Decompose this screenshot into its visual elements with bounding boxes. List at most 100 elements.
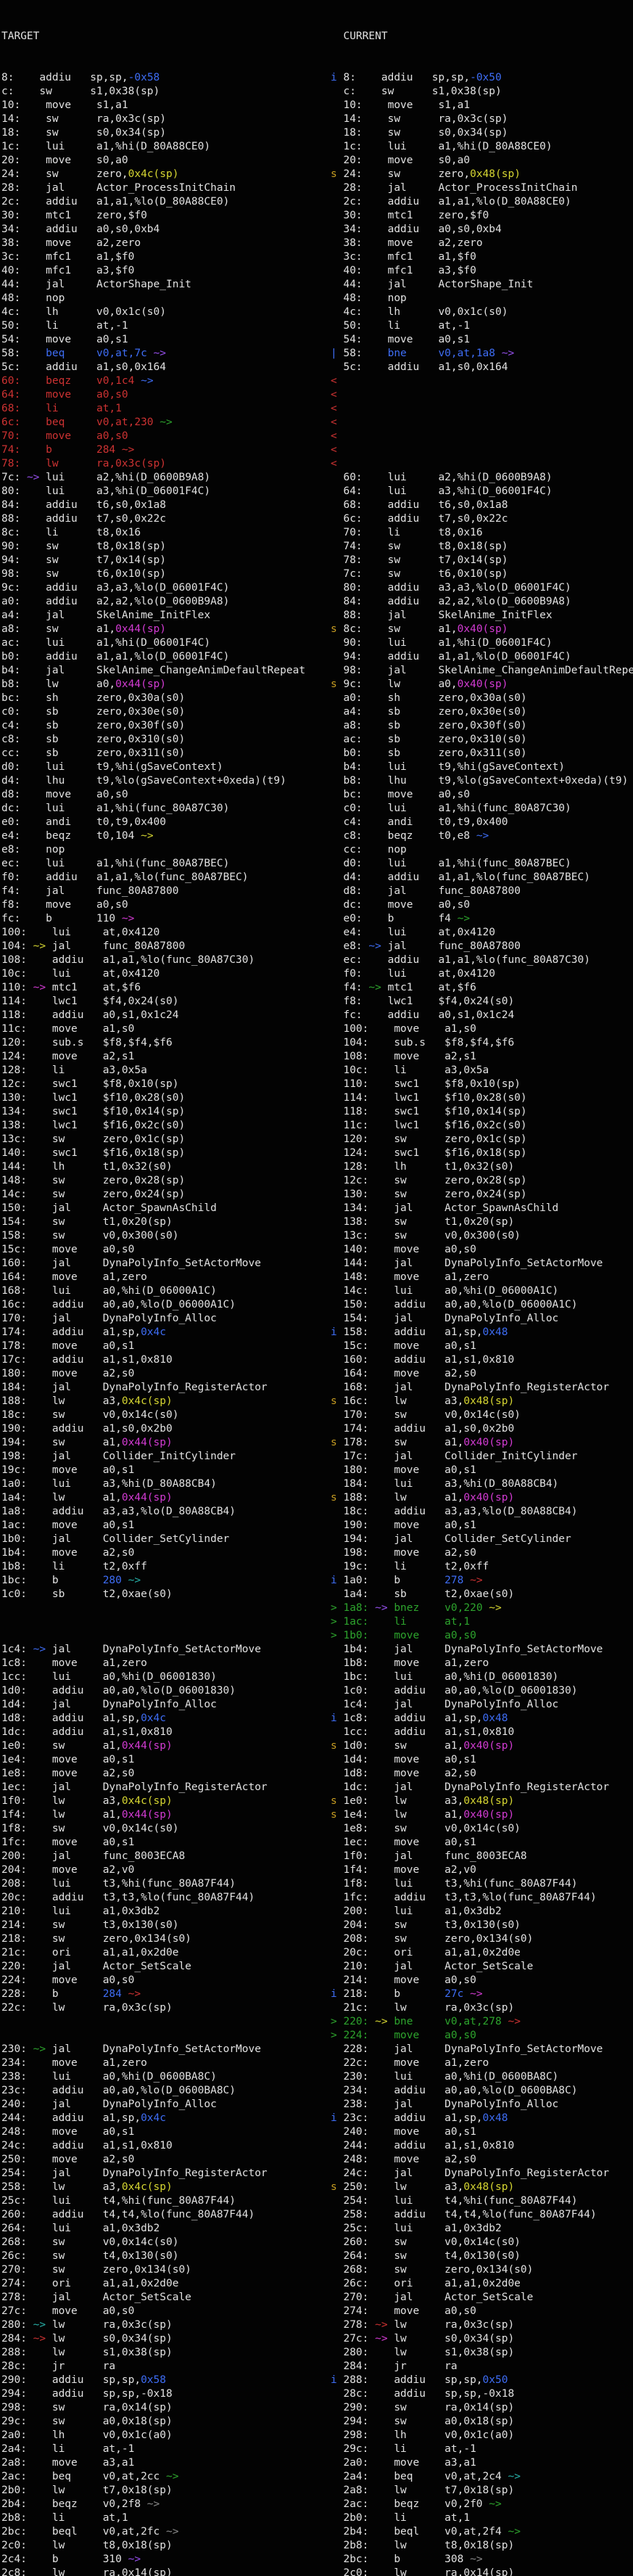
asm-line-target: 258: lw a3,0x4c(sp) (1, 2181, 305, 2194)
asm-line-target: 1c0: sb t2,0xae(s0) (1, 1588, 305, 1601)
asm-line-target: 158: sw v0,0x300(s0) (1, 1229, 305, 1243)
asm-line-target: 170: jal DynaPolyInfo_Alloc (1, 1312, 305, 1326)
asm-line-current: 18c: addiu a3,a3,%lo(D_80A88CB4) (331, 1505, 633, 1519)
asm-line-target: 24c: addiu a1,s1,0x810 (1, 2139, 305, 2153)
asm-line-current: d4: addiu a1,a1,%lo(func_80A87BEC) (331, 871, 633, 885)
target-column: TARGET 8: addiu sp,sp,-0x58c: sw s1,0x38… (1, 2, 305, 2576)
asm-line-current: 204: sw t3,0x130(s0) (331, 1919, 633, 1932)
asm-line-target: d8: move a0,s0 (1, 788, 305, 802)
asm-line-current: 180: move a0,s1 (331, 1464, 633, 1477)
asm-line-current: 2c: addiu a1,a1,%lo(D_80A88CE0) (331, 195, 633, 209)
asm-line-current: e8: ~> jal func_80A87800 (331, 940, 633, 953)
asm-line-target: 110: ~> mtc1 at,$f6 (1, 981, 305, 995)
asm-line-current: 1f4: move a2,v0 (331, 1863, 633, 1877)
asm-line-target: 180: move a2,s0 (1, 1367, 305, 1381)
asm-line-current: 14c: lui a0,%hi(D_06000A1C) (331, 1284, 633, 1298)
asm-line-target: 2b4: beqz v0,2f8 ~> (1, 2498, 305, 2511)
asm-line-current: 2a4: beq v0,at,2c4 ~> (331, 2470, 633, 2484)
asm-line-current: 190: move a0,s1 (331, 1519, 633, 1533)
asm-line-target: b4: jal SkelAnime_ChangeAnimDefaultRepea… (1, 664, 305, 678)
asm-line-current: 1f0: jal func_8003ECA8 (331, 1850, 633, 1863)
asm-line-target: 118: addiu a0,s1,0x1c24 (1, 1009, 305, 1022)
asm-line-current: 270: jal Actor_SetScale (331, 2291, 633, 2305)
asm-line-current: 1c4: jal DynaPolyInfo_Alloc (331, 1698, 633, 1712)
asm-line-target: c: sw s1,0x38(sp) (1, 85, 305, 99)
asm-line-current: 17c: jal Collider_InitCylinder (331, 1450, 633, 1464)
asm-line-current: 5c: addiu a1,s0,0x164 (331, 361, 633, 374)
asm-line-current: 110: swc1 $f8,0x10(sp) (331, 1078, 633, 1091)
asm-line-current: 2bc: b 308 ~> (331, 2553, 633, 2567)
target-column-header: TARGET (1, 30, 39, 42)
asm-line-target (1, 1601, 305, 1615)
asm-line-current: 1d4: move a0,s1 (331, 1753, 633, 1767)
asm-line-current: 184: lui a3,%hi(D_80A88CB4) (331, 1477, 633, 1491)
asm-line-target: 2c4: b 310 ~> (1, 2553, 305, 2567)
asm-line-target: 1c4: ~> jal DynaPolyInfo_SetActorMove (1, 1643, 305, 1657)
asm-line-target: 10: move s1,a1 (1, 99, 305, 112)
asm-line-current: > 1ac: li at,1 (331, 1615, 633, 1629)
asm-line-current: 25c: lui a1,0x3db2 (331, 2222, 633, 2236)
asm-line-target: 5c: addiu a1,s0,0x164 (1, 361, 305, 374)
asm-line-target: 60: beqz v0,1c4 ~> (1, 374, 305, 388)
asm-line-current: 70: li t8,0x16 (331, 526, 633, 540)
asm-line-target: 94: sw t7,0x14(sp) (1, 554, 305, 567)
asm-line-target: 150: jal Actor_SpawnAsChild (1, 1202, 305, 1215)
asm-line-target: 274: ori a1,a1,0x2d0e (1, 2277, 305, 2291)
current-column-header-line: CURRENT (331, 30, 633, 44)
asm-line-current: 30: mtc1 zero,$f0 (331, 209, 633, 223)
asm-line-current: 74: sw t8,0x18(sp) (331, 540, 633, 554)
asm-line-target: 1d8: addiu a1,sp,0x4c (1, 1712, 305, 1726)
asm-line-target: ec: lui a1,%hi(func_80A87BEC) (1, 857, 305, 871)
asm-line-target: 234: move a1,zero (1, 2056, 305, 2070)
asm-line-target: 198: jal Collider_InitCylinder (1, 1450, 305, 1464)
asm-line-current: 290: sw ra,0x14(sp) (331, 2401, 633, 2415)
asm-line-target: 1a4: lw a1,0x44(sp) (1, 1491, 305, 1505)
asm-line-current: 264: sw t4,0x130(s0) (331, 2249, 633, 2263)
asm-line-target: 50: li at,-1 (1, 319, 305, 333)
asm-line-target: 48: nop (1, 292, 305, 305)
asm-line-target: fc: b 110 ~> (1, 912, 305, 926)
asm-line-current: 124: swc1 $f16,0x18(sp) (331, 1147, 633, 1160)
asm-line-current: < (331, 402, 633, 416)
asm-line-target: 30: mtc1 zero,$f0 (1, 209, 305, 223)
asm-line-current: e0: b f4 ~> (331, 912, 633, 926)
asm-line-current: 94: addiu a1,a1,%lo(D_06001F4C) (331, 650, 633, 664)
asm-line-target: 138: lwc1 $f16,0x2c(s0) (1, 1119, 305, 1133)
asm-line-current: 27c: ~> lw s0,0x34(sp) (331, 2332, 633, 2346)
current-column: CURRENT i 8: addiu sp,sp,-0x50 c: sw s1,… (331, 2, 633, 2576)
asm-line-target: 154: sw t1,0x20(sp) (1, 1215, 305, 1229)
asm-line-target: 74: b 284 ~> (1, 443, 305, 457)
asm-line-target: 1bc: b 280 ~> (1, 1574, 305, 1588)
asm-line-current: 90: lui a1,%hi(D_06001F4C) (331, 636, 633, 650)
asm-line-current: a0: sh zero,0x30a(s0) (331, 692, 633, 705)
asm-line-current: s 16c: lw a3,0x48(sp) (331, 1395, 633, 1408)
asm-line-target (1, 2029, 305, 2043)
asm-line-target: 2ac: beq v0,at,2cc ~> (1, 2470, 305, 2484)
asm-line-target: ac: lui a1,%hi(D_06001F4C) (1, 636, 305, 650)
asm-line-target: 1b4: move a2,s0 (1, 1546, 305, 1560)
asm-line-target: 80: lui a3,%hi(D_06001F4C) (1, 485, 305, 499)
asm-line-current: 88: jal SkelAnime_InitFlex (331, 609, 633, 623)
asm-line-current: 254: lui t4,%hi(func_80A87F44) (331, 2194, 633, 2208)
asm-line-target: 26c: sw t4,0x130(s0) (1, 2249, 305, 2263)
asm-line-target: 1d4: jal DynaPolyInfo_Alloc (1, 1698, 305, 1712)
asm-line-target: f4: jal func_80A87800 (1, 885, 305, 898)
asm-line-current: < (331, 443, 633, 457)
asm-line-current: 4c: lh v0,0x1c(s0) (331, 305, 633, 319)
asm-line-target: 1d0: addiu a0,a0,%lo(D_06001830) (1, 1684, 305, 1698)
asm-line-target: 244: addiu a1,sp,0x4c (1, 2112, 305, 2125)
asm-line-target: a8: sw a1,0x44(sp) (1, 623, 305, 636)
asm-line-current: 1f8: lui t3,%hi(func_80A87F44) (331, 1877, 633, 1891)
asm-line-target: 168: lui a0,%hi(D_06000A1C) (1, 1284, 305, 1298)
asm-line-target: 2a4: li at,-1 (1, 2442, 305, 2456)
asm-line-current: ec: addiu a1,a1,%lo(func_80A87C30) (331, 953, 633, 967)
asm-line-current: 60: lui a2,%hi(D_0600B9A8) (331, 471, 633, 485)
asm-line-current: i 1a0: b 278 ~> (331, 1574, 633, 1588)
asm-line-target: 218: sw zero,0x134(s0) (1, 1932, 305, 1946)
asm-line-current: 1dc: jal DynaPolyInfo_RegisterActor (331, 1781, 633, 1794)
asm-line-target: 40: mfc1 a3,$f0 (1, 264, 305, 278)
asm-line-target (1, 2015, 305, 2029)
asm-diff-view: TARGET 8: addiu sp,sp,-0x58c: sw s1,0x38… (0, 0, 633, 2576)
asm-line-current: 118: swc1 $f10,0x14(sp) (331, 1105, 633, 1119)
asm-line-current: 7c: sw t6,0x10(sp) (331, 567, 633, 581)
